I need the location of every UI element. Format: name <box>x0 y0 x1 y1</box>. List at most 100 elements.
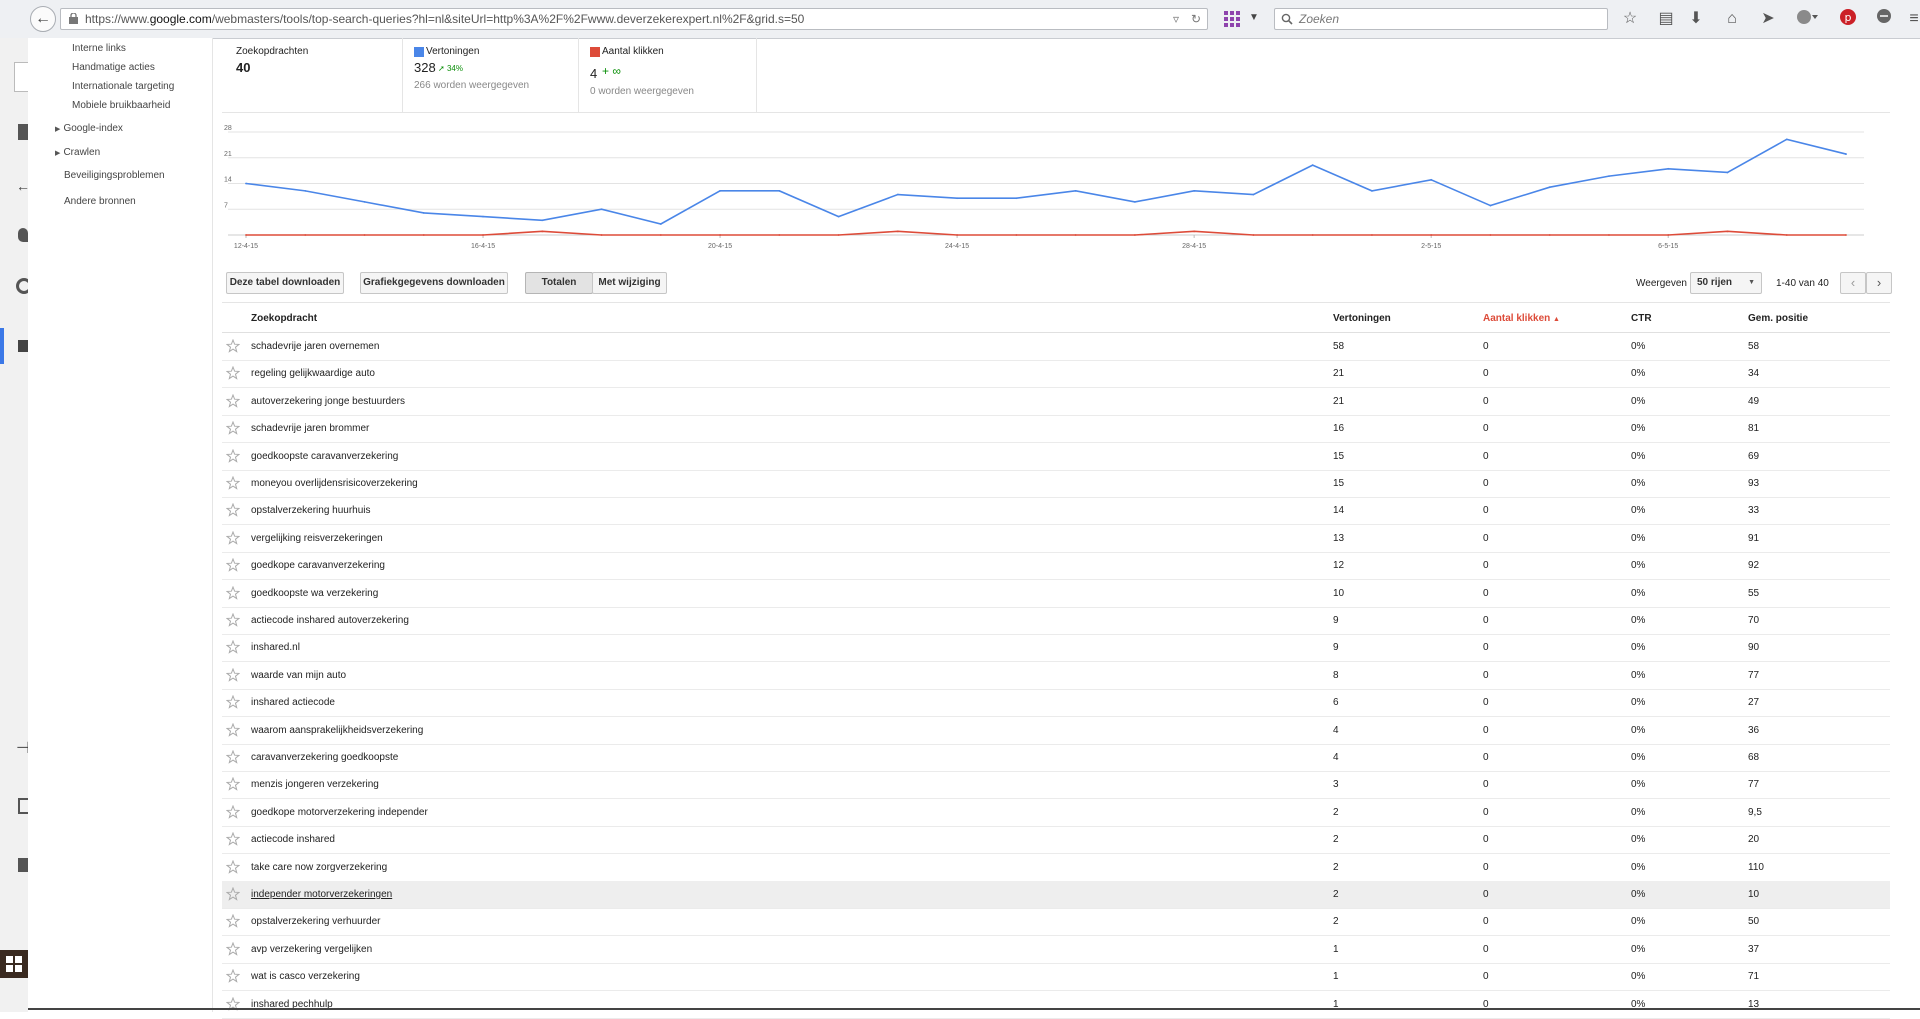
column-header-impressions[interactable]: Vertoningen <box>1333 313 1391 324</box>
chevron-down-icon[interactable]: ▼ <box>1249 12 1259 23</box>
table-row[interactable]: independer motorverzekeringen 2 0 0% 10 <box>222 881 1890 909</box>
query-link[interactable]: wat is casco verzekering <box>251 971 360 982</box>
star-icon[interactable] <box>226 859 240 874</box>
star-icon[interactable] <box>226 914 240 929</box>
next-page-button[interactable]: › <box>1866 272 1892 294</box>
summary-impressions[interactable]: Vertoningen 328 ➚ 34% 266 worden weergeg… <box>402 38 579 112</box>
pinterest-icon[interactable]: p <box>1838 9 1858 29</box>
query-link[interactable]: goedkope caravanverzekering <box>251 560 385 571</box>
back-button[interactable]: ← <box>30 6 56 32</box>
table-row[interactable]: actiecode inshared autoverzekering 9 0 0% 70 <box>222 607 1890 635</box>
column-header-query[interactable]: Zoekopdracht <box>251 313 317 324</box>
query-link[interactable]: inshared actiecode <box>251 697 335 708</box>
rows-per-page-select[interactable]: 50 rijen ▼ <box>1690 272 1762 294</box>
column-header-ctr[interactable]: CTR <box>1631 313 1652 324</box>
summary-queries[interactable]: Zoekopdrachten 40 <box>222 38 403 112</box>
table-row[interactable]: goedkoopste caravanverzekering 15 0 0% 69 <box>222 443 1890 471</box>
adblock-icon[interactable] <box>1792 9 1822 29</box>
star-icon[interactable] <box>226 722 240 737</box>
table-row[interactable]: caravanverzekering goedkoopste 4 0 0% 68 <box>222 744 1890 772</box>
query-link[interactable]: schadevrije jaren brommer <box>251 423 369 434</box>
sidebar-item-internal-links[interactable]: Interne links <box>72 43 126 54</box>
star-icon[interactable] <box>226 941 240 956</box>
query-link[interactable]: goedkoopste caravanverzekering <box>251 451 398 462</box>
query-link[interactable]: opstalverzekering huurhuis <box>251 505 371 516</box>
table-row[interactable]: opstalverzekering huurhuis 14 0 0% 33 <box>222 497 1890 526</box>
query-link[interactable]: avp verzekering vergelijken <box>251 944 372 955</box>
star-icon[interactable] <box>226 585 240 600</box>
query-link[interactable]: caravanverzekering goedkoopste <box>251 752 398 763</box>
table-row[interactable]: autoverzekering jonge bestuurders 21 0 0% 49 <box>222 388 1890 416</box>
star-icon[interactable] <box>226 887 240 901</box>
table-row[interactable]: menzis jongeren verzekering 3 0 0% 77 <box>222 771 1890 800</box>
windows-icon[interactable] <box>0 950 28 978</box>
flag-icon[interactable] <box>18 858 28 872</box>
table-row[interactable]: avp verzekering vergelijken 1 0 0% 37 <box>222 936 1890 964</box>
table-row[interactable]: waarde van mijn auto 8 0 0% 77 <box>222 662 1890 690</box>
star-icon[interactable] <box>226 667 240 682</box>
column-header-position[interactable]: Gem. positie <box>1748 313 1808 324</box>
star-icon[interactable] <box>226 366 240 381</box>
table-row[interactable]: goedkope motorverzekering independer 2 0 0%… <box>222 799 1890 827</box>
star-icon[interactable] <box>226 750 240 764</box>
sidebar-section-other-resources[interactable]: Andere bronnen <box>64 196 136 207</box>
apps-grid-icon[interactable] <box>1224 11 1240 27</box>
table-row[interactable]: vergelijking reisverzekeringen 13 0 0% 91 <box>222 525 1890 553</box>
totals-toggle[interactable]: Totalen <box>525 272 593 294</box>
home-icon[interactable]: ⌂ <box>1722 9 1742 29</box>
pin-icon[interactable] <box>18 228 28 242</box>
table-row[interactable]: regeling gelijkwaardige auto 21 0 0% 34 <box>222 360 1890 389</box>
column-header-clicks[interactable]: Aantal klikken ▲ <box>1483 313 1560 324</box>
table-row[interactable]: schadevrije jaren overnemen 58 0 0% 58 <box>222 333 1890 361</box>
query-link[interactable]: take care now zorgverzekering <box>251 862 387 873</box>
star-icon[interactable] <box>226 476 240 490</box>
download-table-button[interactable]: Deze tabel downloaden <box>226 272 344 294</box>
query-link[interactable]: actiecode inshared autoverzekering <box>251 615 409 626</box>
url-dropdown-icon[interactable]: ▿ <box>1173 12 1179 26</box>
sidebar-section-google-index[interactable]: ▶ Google-index <box>55 122 123 134</box>
summary-clicks[interactable]: Aantal klikken 4 + ∞ 0 worden weergegeve… <box>578 38 757 112</box>
download-chart-data-button[interactable]: Grafiekgegevens downloaden <box>360 272 508 294</box>
sidebar-item-international-targeting[interactable]: Internationale targeting <box>72 81 174 92</box>
query-link[interactable]: moneyou overlijdensrisicoverzekering <box>251 478 418 489</box>
star-icon[interactable] <box>226 695 240 709</box>
table-row[interactable]: goedkoopste wa verzekering 10 0 0% 55 <box>222 580 1890 608</box>
table-row[interactable]: inshared actiecode 6 0 0% 27 <box>222 689 1890 718</box>
table-row[interactable]: waarom aansprakelijkheidsverzekering 4 0 0%… <box>222 717 1890 745</box>
query-link[interactable]: menzis jongeren verzekering <box>251 779 379 790</box>
table-row[interactable]: take care now zorgverzekering 2 0 0% 110 <box>222 854 1890 882</box>
send-icon[interactable]: ➤ <box>1758 9 1778 29</box>
star-icon[interactable] <box>226 503 240 518</box>
star-icon[interactable] <box>226 777 240 792</box>
table-row[interactable]: opstalverzekering verhuurder 2 0 0% 50 <box>222 908 1890 937</box>
star-icon[interactable] <box>226 393 240 408</box>
query-link[interactable]: independer motorverzekeringen <box>251 889 392 900</box>
query-link[interactable]: waarom aansprakelijkheidsverzekering <box>251 725 423 736</box>
table-row[interactable]: actiecode inshared 2 0 0% 20 <box>222 826 1890 855</box>
table-row[interactable]: inshared.nl 9 0 0% 90 <box>222 634 1890 663</box>
query-link[interactable]: goedkope motorverzekering independer <box>251 807 428 818</box>
table-row[interactable]: moneyou overlijdensrisicoverzekering 15 0 0… <box>222 470 1890 498</box>
star-icon[interactable] <box>226 613 240 627</box>
star-icon[interactable] <box>226 530 240 545</box>
table-row[interactable]: inshared pechhulp 1 0 0% 13 <box>222 991 1890 1019</box>
star-icon[interactable] <box>226 339 240 353</box>
address-bar[interactable]: https://www.google.com/webmasters/tools/… <box>60 8 1208 30</box>
star-icon[interactable] <box>226 558 240 572</box>
query-link[interactable]: autoverzekering jonge bestuurders <box>251 396 405 407</box>
browser-search-input[interactable]: Zoeken <box>1274 8 1608 30</box>
star-bookmark-icon[interactable]: ☆ <box>1620 9 1640 29</box>
query-link[interactable]: actiecode inshared <box>251 834 335 845</box>
query-link[interactable]: vergelijking reisverzekeringen <box>251 533 383 544</box>
query-link[interactable]: goedkoopste wa verzekering <box>251 588 378 599</box>
menu-icon[interactable]: ≡ <box>1904 9 1920 29</box>
reload-icon[interactable]: ↻ <box>1191 12 1201 26</box>
sidebar-item-mobile-usability[interactable]: Mobiele bruikbaarheid <box>72 100 170 111</box>
star-icon[interactable] <box>226 448 240 463</box>
query-link[interactable]: waarde van mijn auto <box>251 670 346 681</box>
previous-page-button[interactable]: ‹ <box>1840 272 1866 294</box>
star-icon[interactable] <box>226 804 240 819</box>
query-link[interactable]: schadevrije jaren overnemen <box>251 341 379 352</box>
sidebar-item-manual-actions[interactable]: Handmatige acties <box>72 62 155 73</box>
star-icon[interactable] <box>226 421 240 435</box>
